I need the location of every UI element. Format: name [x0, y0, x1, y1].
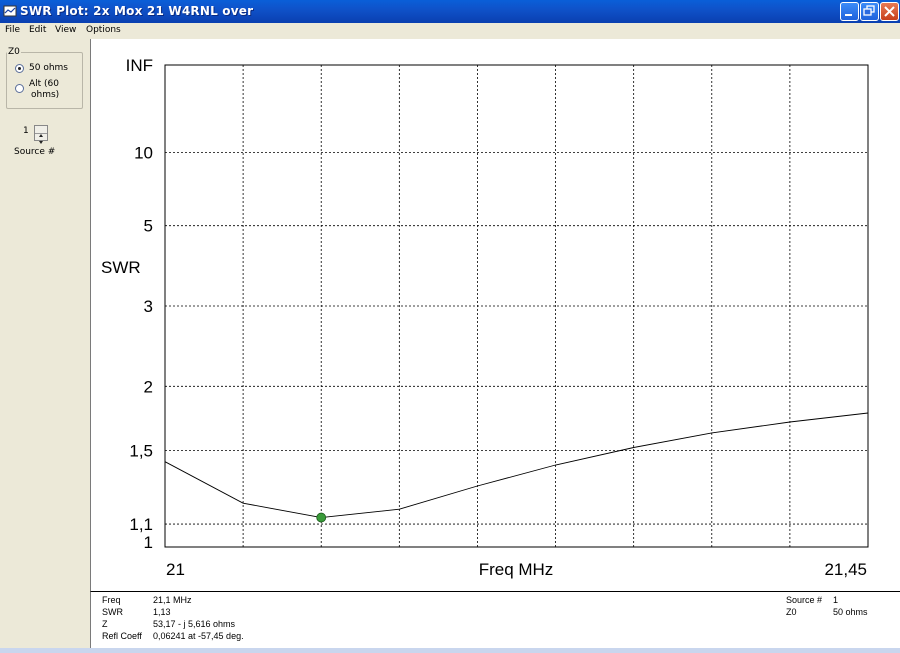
- app-icon: [3, 5, 17, 17]
- window-title: SWR Plot: 2x Mox 21 W4RNL over: [20, 4, 254, 18]
- x-axis-label: Freq MHz: [479, 560, 554, 579]
- swr-curve: [164, 412, 869, 519]
- menu-bar: File Edit View Options: [0, 23, 900, 39]
- radio-alt-label-line1: Alt (60: [29, 79, 60, 89]
- minimize-button[interactable]: [840, 2, 859, 21]
- source-spinner[interactable]: [34, 125, 48, 144]
- radio-alt-ohms[interactable]: [15, 84, 24, 93]
- status-z0-label: Z0: [786, 607, 797, 617]
- y-axis-label: SWR: [101, 258, 141, 277]
- restore-icon: [863, 5, 875, 16]
- status-source-value: 1: [833, 595, 839, 605]
- maximize-button[interactable]: [860, 2, 879, 21]
- close-button[interactable]: [880, 2, 899, 21]
- menu-edit[interactable]: Edit: [29, 25, 46, 35]
- menu-options[interactable]: Options: [86, 25, 121, 35]
- y-tick-label: 5: [144, 217, 153, 236]
- y-tick-label: 2: [144, 377, 153, 396]
- taskbar-edge: [0, 648, 900, 653]
- spin-down-button[interactable]: [35, 133, 47, 144]
- x-tick-label-start: 21: [166, 560, 185, 579]
- swr-chart: INF 10 5 3 2 1,5 1,11 SWR 21 21,45 Freq MHz: [101, 56, 869, 579]
- y-tick-label: 10: [134, 144, 153, 163]
- z-value: 53,17 - j 5,616 ohms: [153, 619, 236, 629]
- source-label: Source #: [14, 147, 56, 157]
- y-tick-labels: INF 10 5 3 2 1,5 1,11: [126, 56, 153, 552]
- status-source-label: Source #: [786, 595, 823, 605]
- y-tick-label: 1,1: [129, 515, 153, 534]
- y-tick-label: 3: [144, 297, 153, 316]
- y-tick-label: 1,5: [129, 442, 153, 461]
- grid-lines: [165, 65, 868, 547]
- left-panel: Z0 50 ohms Alt (60 ohms) 1 Source #: [0, 39, 90, 653]
- status-z0-value: 50 ohms: [833, 607, 868, 617]
- freq-value: 21,1 MHz: [153, 595, 192, 605]
- status-pane: Freq 21,1 MHz SWR 1,13 Z 53,17 - j 5,616…: [90, 591, 900, 648]
- z0-group-label: Z0: [7, 47, 21, 57]
- menu-view[interactable]: View: [55, 25, 76, 35]
- swr-value: 1,13: [153, 607, 171, 617]
- cursor-marker[interactable]: [316, 512, 327, 523]
- chevron-down-icon: [39, 141, 43, 144]
- menu-file[interactable]: File: [5, 25, 20, 35]
- refl-coeff-value: 0,06241 at -57,45 deg.: [153, 631, 244, 641]
- freq-label: Freq: [102, 595, 121, 605]
- x-tick-label-end: 21,45: [824, 560, 867, 579]
- source-value: 1: [23, 126, 29, 136]
- title-bar: SWR Plot: 2x Mox 21 W4RNL over: [0, 0, 900, 23]
- refl-coeff-label: Refl Coeff: [102, 631, 142, 641]
- minimize-icon: [845, 14, 852, 16]
- radio-selected-dot: [18, 67, 21, 70]
- z-label: Z: [102, 619, 108, 629]
- radio-alt-label-line2: ohms): [31, 90, 60, 100]
- y-tick-label: 1: [144, 533, 153, 552]
- y-tick-label: INF: [126, 56, 153, 75]
- plot-area: INF 10 5 3 2 1,5 1,1 1 SWR 21 21,45 Freq MHz: [90, 39, 900, 591]
- close-icon: [884, 6, 895, 17]
- radio-50-ohms[interactable]: [15, 64, 24, 73]
- radio-50-ohms-label: 50 ohms: [29, 63, 68, 73]
- swr-label: SWR: [102, 607, 123, 617]
